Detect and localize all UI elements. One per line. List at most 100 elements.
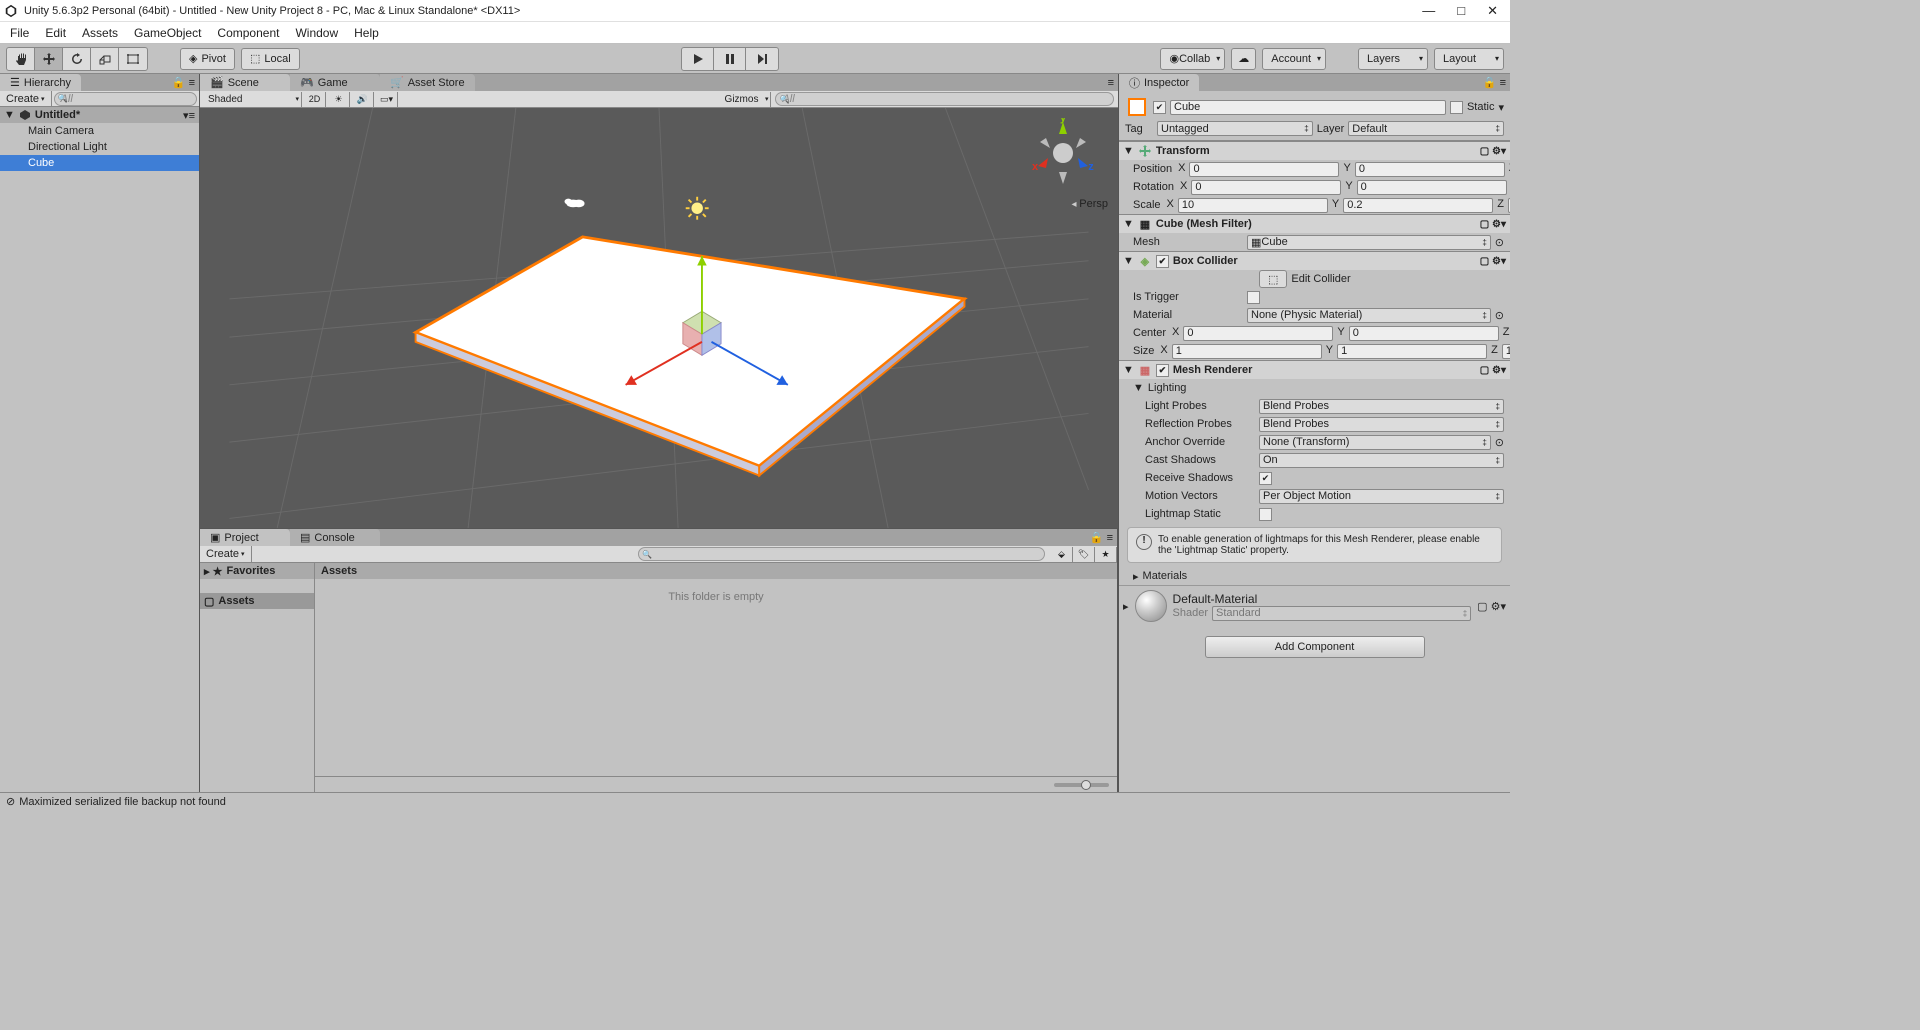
light-probes-dropdown[interactable]: Blend Probes: [1259, 399, 1504, 414]
lightmap-static-checkbox[interactable]: [1259, 508, 1272, 521]
anchor-override-field[interactable]: None (Transform): [1259, 435, 1491, 450]
tag-dropdown[interactable]: Untagged: [1157, 121, 1313, 136]
assets-node[interactable]: ▢ Assets: [200, 593, 314, 609]
hand-tool[interactable]: [7, 48, 35, 70]
2d-toggle[interactable]: 2D: [304, 92, 326, 107]
perspective-label[interactable]: ◂ Persp: [1071, 198, 1108, 210]
col-cx[interactable]: [1183, 326, 1333, 341]
search-filter-icon[interactable]: ⬙: [1051, 547, 1073, 562]
hierarchy-lock-icon[interactable]: 🔒 ≡: [168, 74, 199, 91]
project-tab[interactable]: ▣ Project: [200, 529, 290, 546]
col-sz[interactable]: [1502, 344, 1510, 359]
inspector-tab[interactable]: ⓘ Inspector: [1119, 74, 1199, 91]
scene-tab[interactable]: 🎬 Scene: [200, 74, 290, 91]
scene-render: [200, 108, 1118, 528]
cloud-button[interactable]: ☁: [1231, 48, 1256, 70]
rot-x[interactable]: [1191, 180, 1341, 195]
game-tab[interactable]: 🎮 Game: [290, 74, 380, 91]
mesh-filter-header[interactable]: ▼ ▦ Cube (Mesh Filter)▢ ⚙▾: [1119, 215, 1510, 233]
hierarchy-item-main-camera[interactable]: Main Camera: [0, 123, 199, 139]
layers-dropdown[interactable]: Layers: [1358, 48, 1428, 70]
receive-shadows-checkbox[interactable]: ✔: [1259, 472, 1272, 485]
renderer-enabled[interactable]: ✔: [1156, 364, 1169, 377]
asset-store-tab[interactable]: 🛒 Asset Store: [380, 74, 475, 91]
menu-file[interactable]: File: [10, 26, 29, 40]
icon-size-slider[interactable]: [315, 776, 1117, 792]
fx-toggle[interactable]: ▭▾: [376, 92, 398, 107]
project-create-button[interactable]: Create: [200, 546, 252, 562]
shader-dropdown[interactable]: Standard: [1212, 606, 1471, 621]
physic-material-picker-icon[interactable]: ⊙: [1495, 309, 1504, 322]
reflection-probes-dropdown[interactable]: Blend Probes: [1259, 417, 1504, 432]
layer-label: Layer: [1317, 123, 1345, 135]
transform-icon: [1138, 144, 1152, 158]
minimize-button[interactable]: —: [1422, 3, 1435, 19]
scl-y[interactable]: [1343, 198, 1493, 213]
console-tab[interactable]: ▤ Console: [290, 529, 380, 546]
col-sx[interactable]: [1172, 344, 1322, 359]
gizmos-dropdown[interactable]: Gizmos: [719, 92, 772, 107]
menu-window[interactable]: Window: [295, 26, 338, 40]
is-trigger-checkbox[interactable]: [1247, 291, 1260, 304]
scene-header[interactable]: ▼ Untitled* ▾≡: [0, 107, 199, 123]
collab-dropdown[interactable]: ◉ Collab: [1160, 48, 1225, 70]
account-dropdown[interactable]: Account: [1262, 48, 1326, 70]
scene-search-input[interactable]: All: [775, 92, 1114, 106]
shading-mode-dropdown[interactable]: Shaded: [202, 92, 302, 107]
menu-assets[interactable]: Assets: [82, 26, 118, 40]
audio-toggle[interactable]: 🔊: [352, 92, 374, 107]
pivot-toggle[interactable]: ◈Pivot: [180, 48, 235, 70]
scale-tool[interactable]: [91, 48, 119, 70]
hierarchy-item-cube[interactable]: Cube: [0, 155, 199, 171]
rot-y[interactable]: [1357, 180, 1507, 195]
mesh-renderer-header[interactable]: ▼ ▦ ✔ Mesh Renderer▢ ⚙▾: [1119, 361, 1510, 379]
lighting-toggle[interactable]: ☀: [328, 92, 350, 107]
scl-z[interactable]: [1508, 198, 1510, 213]
hierarchy-search-input[interactable]: All: [54, 92, 197, 106]
menu-help[interactable]: Help: [354, 26, 379, 40]
motion-vectors-dropdown[interactable]: Per Object Motion: [1259, 489, 1504, 504]
active-checkbox[interactable]: ✔: [1153, 101, 1166, 114]
move-tool[interactable]: [35, 48, 63, 70]
pos-x[interactable]: [1189, 162, 1339, 177]
box-collider-header[interactable]: ▼ ◈ ✔ Box Collider▢ ⚙▾: [1119, 252, 1510, 270]
menu-gameobject[interactable]: GameObject: [134, 26, 201, 40]
transform-header[interactable]: ▼ Transform▢ ⚙▾: [1119, 142, 1510, 160]
rect-tool[interactable]: [119, 48, 147, 70]
physic-material-field[interactable]: None (Physic Material): [1247, 308, 1491, 323]
hierarchy-create-button[interactable]: Create: [0, 91, 52, 107]
add-component-button[interactable]: Add Component: [1205, 636, 1425, 658]
col-sy[interactable]: [1337, 344, 1487, 359]
local-toggle[interactable]: ⬚Local: [241, 48, 300, 70]
menu-component[interactable]: Component: [217, 26, 279, 40]
scl-x[interactable]: [1178, 198, 1328, 213]
scene-viewport[interactable]: y x z ◂ Persp: [200, 108, 1118, 528]
mesh-picker-icon[interactable]: ⊙: [1495, 236, 1504, 249]
gameobject-name-input[interactable]: [1170, 100, 1446, 115]
hierarchy-item-directional-light[interactable]: Directional Light: [0, 139, 199, 155]
close-button[interactable]: ✕: [1487, 3, 1498, 19]
box-collider-enabled[interactable]: ✔: [1156, 255, 1169, 268]
menu-edit[interactable]: Edit: [45, 26, 66, 40]
layout-dropdown[interactable]: Layout: [1434, 48, 1504, 70]
layer-dropdown[interactable]: Default: [1348, 121, 1504, 136]
static-checkbox[interactable]: [1450, 101, 1463, 114]
breadcrumb[interactable]: Assets: [315, 563, 1117, 579]
step-button[interactable]: [746, 48, 778, 70]
project-search-input[interactable]: [638, 547, 1045, 561]
maximize-button[interactable]: □: [1457, 3, 1465, 19]
search-label-icon[interactable]: 🏷: [1073, 547, 1095, 562]
pause-button[interactable]: [714, 48, 746, 70]
error-icon: ⊘: [6, 795, 15, 808]
edit-collider-button[interactable]: ⬚: [1259, 270, 1287, 288]
hierarchy-tab[interactable]: ☰ Hierarchy: [0, 74, 81, 91]
orientation-gizmo[interactable]: y x z: [1028, 118, 1098, 188]
favorites-node[interactable]: ▸ ★ Favorites: [200, 563, 314, 579]
rotate-tool[interactable]: [63, 48, 91, 70]
cast-shadows-dropdown[interactable]: On: [1259, 453, 1504, 468]
play-button[interactable]: [682, 48, 714, 70]
mesh-field[interactable]: ▦ Cube: [1247, 235, 1491, 250]
pos-y[interactable]: [1355, 162, 1505, 177]
col-cy[interactable]: [1349, 326, 1499, 341]
search-star-icon[interactable]: ★: [1095, 547, 1117, 562]
